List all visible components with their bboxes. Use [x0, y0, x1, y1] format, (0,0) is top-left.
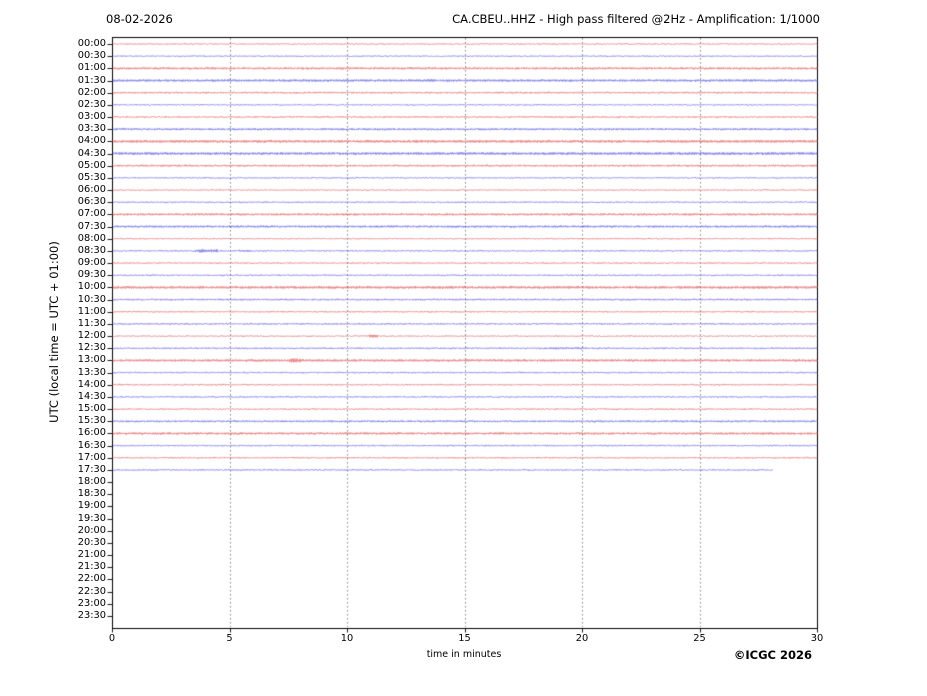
y-tick-label: 13:00	[77, 354, 106, 366]
y-tick-label: 22:00	[77, 573, 106, 585]
x-tick-label: 20	[575, 633, 589, 644]
y-tick-label: 12:00	[77, 330, 106, 342]
y-tick-label: 14:30	[77, 390, 106, 402]
y-tick-label: 04:00	[77, 135, 106, 147]
x-tick-label: 15	[458, 633, 471, 644]
y-tick-label: 03:00	[77, 111, 106, 123]
y-tick-label: 11:30	[77, 317, 106, 329]
helicorder-screen: 08-02-2026 CA.CBEU..HHZ - High pass filt…	[0, 0, 927, 696]
plot-title: CA.CBEU..HHZ - High pass filtered @2Hz -…	[452, 12, 820, 26]
y-tick-label: 18:30	[77, 488, 106, 500]
y-tick-label: 16:00	[77, 427, 106, 439]
y-tick-label: 16:30	[77, 439, 106, 451]
x-tick-label: 0	[108, 633, 116, 644]
y-tick-label: 09:00	[77, 257, 106, 269]
y-tick-label: 05:00	[77, 159, 106, 171]
y-tick-label: 08:00	[77, 232, 106, 244]
y-tick-label: 11:00	[77, 305, 106, 317]
y-tick-label: 02:30	[77, 98, 106, 110]
y-tick-label: 19:30	[77, 512, 106, 524]
y-tick-label: 04:30	[77, 147, 106, 159]
y-tick-label: 18:00	[77, 476, 106, 488]
y-tick-label: 20:00	[77, 524, 106, 536]
y-tick-label: 23:00	[77, 597, 106, 609]
y-tick-label: 21:30	[77, 561, 106, 573]
y-tick-label: 21:00	[77, 549, 106, 561]
y-tick-label: 07:00	[77, 208, 106, 220]
y-tick-label: 12:30	[77, 342, 106, 354]
y-tick-label: 22:30	[77, 585, 106, 597]
y-tick-label: 09:30	[77, 269, 106, 281]
y-tick-label: 01:00	[77, 62, 106, 74]
y-tick-label: 06:00	[77, 184, 106, 196]
x-tick-label: 30	[810, 633, 824, 644]
y-tick-label: 13:30	[77, 366, 106, 378]
y-tick-label: 20:30	[77, 536, 106, 548]
y-tick-label: 17:30	[77, 463, 106, 475]
y-tick-label: 01:30	[77, 74, 106, 86]
x-tick-label: 10	[340, 633, 354, 644]
copyright-label: ©ICGC 2026	[733, 648, 812, 662]
y-tick-label: 02:00	[77, 86, 106, 98]
y-tick-label: 23:30	[77, 609, 106, 621]
y-tick-label: 07:30	[77, 220, 106, 232]
y-tick-label: 08:30	[77, 244, 106, 256]
y-tick-label: 00:30	[77, 50, 106, 62]
y-tick-label: 00:00	[77, 38, 106, 49]
y-tick-label: 15:00	[77, 403, 106, 415]
x-axis-title: time in minutes	[426, 649, 502, 660]
y-tick-label: 15:30	[77, 415, 106, 427]
y-tick-label: 14:00	[77, 378, 106, 390]
helicorder-plot-canvas	[0, 0, 927, 696]
x-tick-label: 25	[693, 633, 706, 644]
y-tick-label: 06:30	[77, 196, 106, 208]
date-label: 08-02-2026	[106, 12, 173, 26]
y-tick-label: 05:30	[77, 171, 106, 183]
y-tick-label: 17:00	[77, 451, 106, 463]
y-tick-label: 10:00	[77, 281, 106, 293]
y-axis-title: UTC (local time = UTC + 01:00)	[47, 241, 61, 423]
y-tick-label: 19:00	[77, 500, 106, 512]
y-tick-label: 03:30	[77, 123, 106, 135]
x-tick-label: 5	[226, 633, 233, 644]
y-tick-label: 10:30	[77, 293, 106, 305]
